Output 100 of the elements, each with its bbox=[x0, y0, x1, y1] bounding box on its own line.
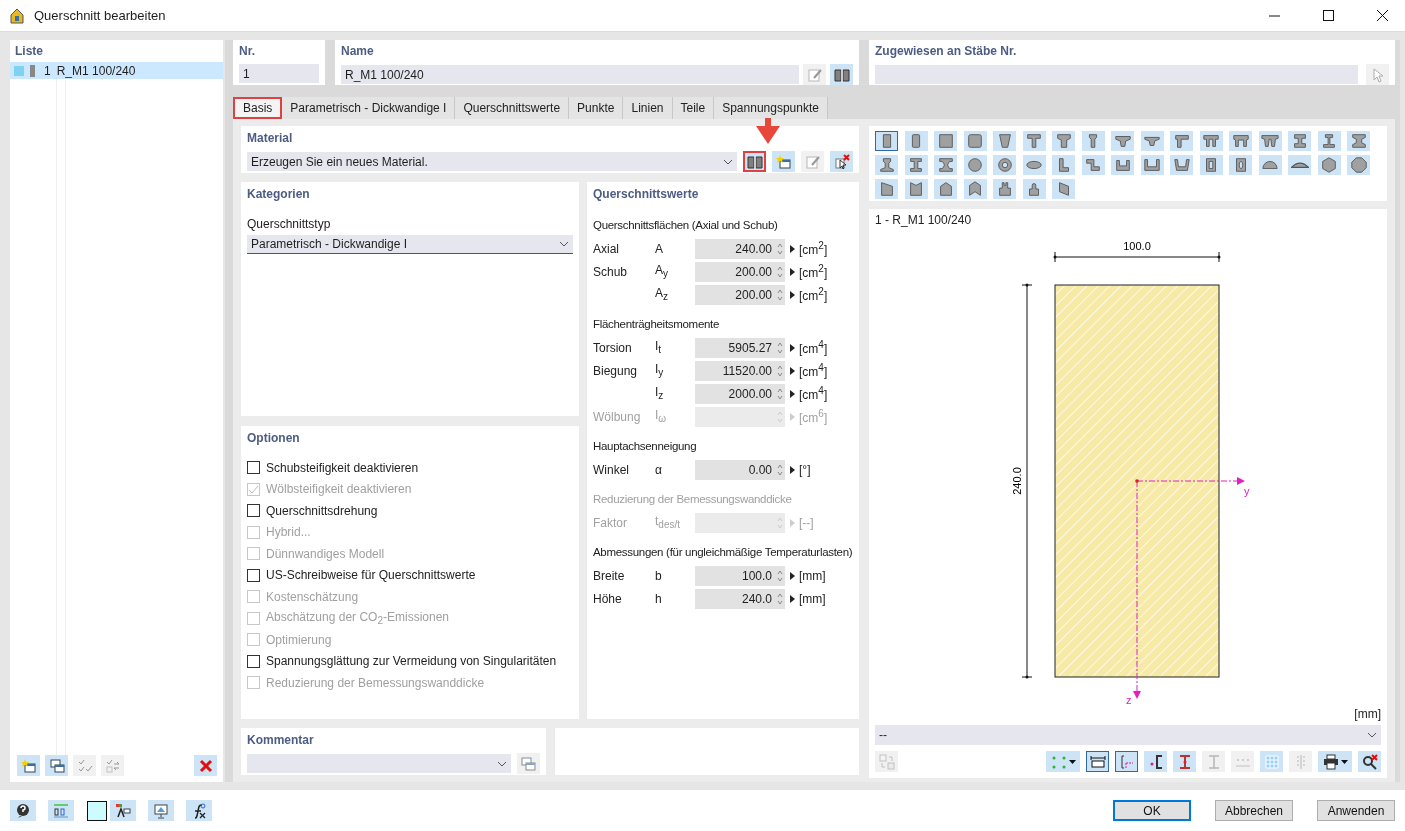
shape-button[interactable] bbox=[1052, 155, 1075, 175]
checkbox[interactable] bbox=[247, 461, 260, 475]
tab[interactable]: Querschnittswerte bbox=[455, 97, 570, 119]
value-field[interactable]: 240.00 bbox=[695, 238, 785, 259]
tool-button[interactable] bbox=[1318, 751, 1352, 772]
material-dropdown[interactable]: Erzeugen Sie ein neues Material. bbox=[247, 152, 737, 171]
list-item[interactable]: 1 R_M1 100/240 bbox=[10, 62, 223, 79]
tool-button[interactable] bbox=[830, 151, 853, 172]
tool-button[interactable] bbox=[186, 800, 212, 821]
shape-button[interactable] bbox=[993, 131, 1016, 151]
symbol: α bbox=[655, 462, 663, 477]
shape-button[interactable] bbox=[1288, 131, 1311, 151]
shape-button[interactable] bbox=[1229, 131, 1252, 151]
profile-icon bbox=[1349, 156, 1368, 174]
field-label: Zugewiesen an Stäbe Nr. bbox=[875, 44, 1018, 58]
value-field[interactable]: 200.00 bbox=[695, 284, 785, 305]
shape-button[interactable] bbox=[963, 155, 987, 175]
shape-button[interactable] bbox=[1317, 131, 1341, 151]
tab[interactable]: Teile bbox=[672, 97, 715, 119]
shape-button[interactable] bbox=[993, 179, 1016, 199]
value-field[interactable]: 0.00 bbox=[695, 459, 785, 480]
tool-button[interactable] bbox=[110, 800, 136, 821]
shape-button[interactable] bbox=[1022, 179, 1046, 199]
shape-button[interactable] bbox=[904, 179, 928, 199]
property-label: Wölbung bbox=[593, 409, 642, 424]
chevron-icon bbox=[1367, 732, 1377, 738]
shape-button[interactable] bbox=[875, 155, 898, 175]
shape-button[interactable] bbox=[1288, 155, 1311, 175]
close-icon bbox=[1376, 10, 1388, 21]
shape-button[interactable] bbox=[1111, 131, 1134, 151]
shape-button[interactable] bbox=[1052, 131, 1075, 151]
profile-icon bbox=[1143, 156, 1161, 174]
shape-button[interactable] bbox=[963, 131, 987, 151]
profile-icon bbox=[1025, 132, 1043, 150]
tool-button[interactable] bbox=[1144, 751, 1167, 772]
view-dropdown[interactable]: -- bbox=[875, 725, 1381, 745]
property-label: Schub bbox=[593, 264, 629, 279]
shape-button[interactable] bbox=[1052, 179, 1075, 199]
dialog-button[interactable]: Anwenden bbox=[1317, 800, 1395, 821]
shape-button[interactable] bbox=[1022, 131, 1046, 151]
panel-heading: Optionen bbox=[247, 431, 301, 445]
value-field[interactable]: 11520.00 bbox=[695, 360, 785, 381]
shape-button[interactable] bbox=[875, 131, 898, 151]
checkbox[interactable] bbox=[247, 654, 260, 668]
tab[interactable]: Punkte bbox=[569, 97, 624, 119]
shape-button[interactable] bbox=[1081, 155, 1105, 175]
checkbox[interactable] bbox=[247, 568, 260, 582]
symbol: I$_{t}$ bbox=[655, 339, 663, 356]
dimension-icon bbox=[1089, 753, 1106, 770]
shape-button[interactable] bbox=[904, 155, 928, 175]
value-field[interactable]: 200.00 bbox=[695, 261, 785, 282]
shape-button[interactable] bbox=[1140, 131, 1164, 151]
value-field[interactable]: 2000.00 bbox=[695, 383, 785, 404]
panel-heading: Querschnittswerte bbox=[593, 187, 700, 201]
number-field[interactable]: 1 bbox=[239, 64, 319, 83]
tab[interactable]: Basis bbox=[233, 97, 283, 119]
tool-button[interactable] bbox=[10, 800, 36, 821]
shape-button[interactable] bbox=[963, 179, 987, 199]
tab[interactable]: Spannungspunkte bbox=[714, 97, 828, 119]
shape-button[interactable] bbox=[1258, 131, 1282, 151]
name-field[interactable]: R_M1 100/240 bbox=[341, 65, 799, 84]
symbol: t$_{des/t}$ bbox=[655, 514, 682, 531]
shape-button[interactable] bbox=[1170, 155, 1193, 175]
shape-button[interactable] bbox=[1199, 155, 1223, 175]
shape-button[interactable] bbox=[1111, 155, 1134, 175]
shape-button[interactable] bbox=[1081, 131, 1105, 151]
shape-button[interactable] bbox=[1258, 155, 1282, 175]
checkbox-label: Wölbsteifigkeit deaktivieren bbox=[266, 482, 412, 497]
value-field[interactable]: 5905.27 bbox=[695, 337, 785, 358]
value-field[interactable]: 100.0 bbox=[695, 565, 785, 586]
shape-button[interactable] bbox=[904, 131, 928, 151]
value-field[interactable]: 240.0 bbox=[695, 588, 785, 609]
assigned-field[interactable] bbox=[875, 65, 1358, 84]
tab[interactable]: Parametrisch - Dickwandige I bbox=[282, 97, 456, 119]
shape-button[interactable] bbox=[1229, 155, 1252, 175]
checkbox[interactable] bbox=[247, 504, 260, 518]
shape-button[interactable] bbox=[1317, 155, 1341, 175]
shape-button[interactable] bbox=[1347, 131, 1370, 151]
caret-icon bbox=[1068, 759, 1076, 764]
shape-button[interactable] bbox=[875, 179, 898, 199]
tool-button[interactable] bbox=[86, 800, 108, 821]
dialog-button[interactable]: Abbrechen bbox=[1215, 800, 1293, 821]
shape-button[interactable] bbox=[934, 155, 957, 175]
tool-button[interactable] bbox=[1358, 751, 1381, 772]
shape-button[interactable] bbox=[1170, 131, 1193, 151]
type-dropdown[interactable]: Parametrisch - Dickwandige I bbox=[247, 235, 573, 254]
shape-button[interactable] bbox=[934, 179, 957, 199]
shape-button[interactable] bbox=[1347, 155, 1370, 175]
shape-button[interactable] bbox=[934, 131, 957, 151]
checkmarks-icon bbox=[76, 757, 93, 774]
shape-button[interactable] bbox=[1140, 155, 1164, 175]
centroid-point bbox=[1135, 479, 1139, 483]
dialog-button[interactable]: OK bbox=[1113, 800, 1191, 821]
shape-button[interactable] bbox=[1199, 131, 1223, 151]
profile-icon bbox=[1320, 132, 1338, 150]
print-icon bbox=[1322, 753, 1339, 770]
checkbox-label: Dünnwandiges Modell bbox=[266, 546, 385, 561]
tab[interactable]: Linien bbox=[623, 97, 673, 119]
shape-button[interactable] bbox=[1022, 155, 1046, 175]
shape-button[interactable] bbox=[993, 155, 1016, 175]
